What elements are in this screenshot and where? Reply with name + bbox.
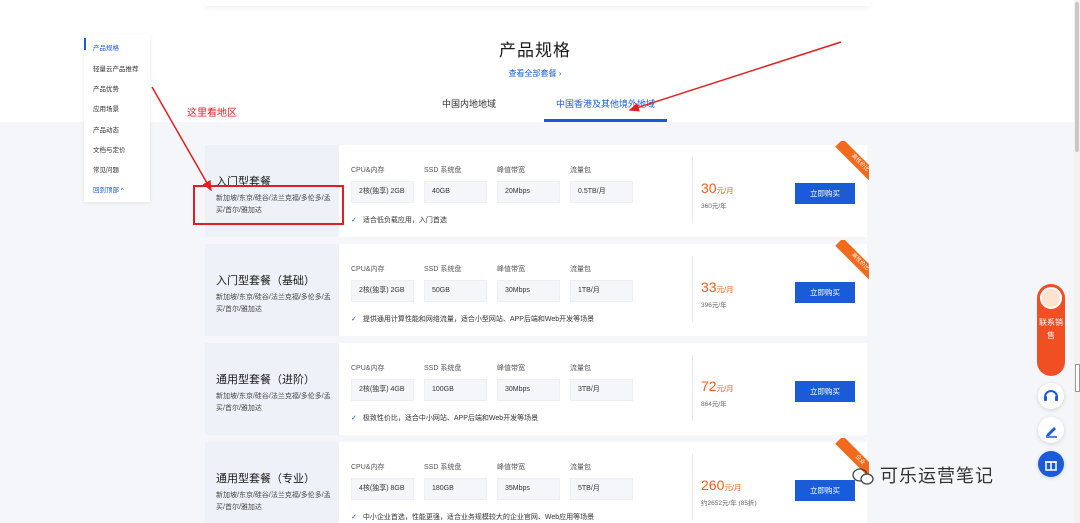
gift-icon xyxy=(1045,461,1057,471)
pencil-icon xyxy=(1046,427,1057,438)
arrow-to-regions xyxy=(151,86,212,192)
edit-button[interactable] xyxy=(1038,417,1064,443)
gift-button[interactable] xyxy=(1038,451,1064,477)
avatar xyxy=(1040,287,1062,309)
scrollbar-marker xyxy=(1075,364,1080,392)
scrollbar[interactable] xyxy=(1074,0,1080,523)
wechat-icon xyxy=(852,468,874,485)
contact-sales-button[interactable]: 联系销售 xyxy=(1037,284,1065,376)
contact-sales-label: 联系销售 xyxy=(1039,318,1063,340)
headset-button[interactable] xyxy=(1038,383,1064,409)
watermark: 可乐运营笔记 xyxy=(852,462,994,488)
headset-icon xyxy=(1044,390,1058,401)
arrow-to-tab xyxy=(628,41,842,112)
annotation-arrows xyxy=(151,41,842,192)
watermark-text: 可乐运营笔记 xyxy=(880,466,994,486)
